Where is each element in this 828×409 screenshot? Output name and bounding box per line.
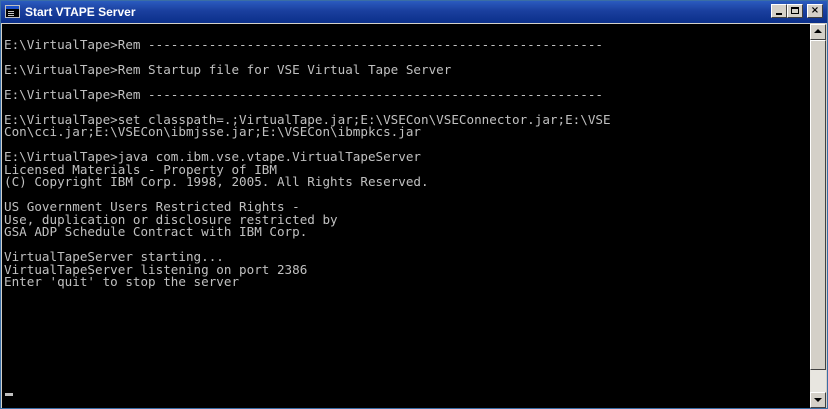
console-line: E:\VirtualTape>Rem ---------------------… [4, 86, 603, 102]
close-icon: × [810, 5, 820, 16]
console-app-icon[interactable] [5, 5, 20, 18]
console-line: (C) Copyright IBM Corp. 1998, 2005. All … [4, 174, 429, 189]
minimize-icon [776, 13, 782, 15]
maximize-icon [791, 7, 799, 14]
console-output-area[interactable]: E:\VirtualTape>Rem ---------------------… [2, 24, 810, 408]
minimize-button[interactable] [771, 4, 787, 18]
arrow-up-icon [814, 29, 822, 33]
text-cursor [5, 393, 13, 396]
console-window: Start VTAPE Server × E:\VirtualTape>Rem … [0, 0, 828, 409]
console-line: Con\cci.jar;E:\VSECon\ibmjsse.jar;E:\VSE… [4, 124, 422, 139]
console-line: E:\VirtualTape>Rem Startup file for VSE … [4, 61, 452, 77]
window-title: Start VTAPE Server [25, 5, 136, 19]
scroll-thumb[interactable] [810, 40, 826, 370]
scroll-down-button[interactable] [810, 392, 826, 408]
console-text: E:\VirtualTape>Rem ---------------------… [4, 26, 611, 339]
maximize-button[interactable] [787, 4, 803, 18]
console-line: GSA ADP Schedule Contract with IBM Corp. [4, 224, 308, 239]
console-line: Enter 'quit' to stop the server [4, 274, 240, 289]
title-bar[interactable]: Start VTAPE Server × [1, 1, 827, 23]
console-line: E:\VirtualTape>Rem ---------------------… [4, 36, 603, 52]
vertical-scrollbar[interactable] [810, 24, 826, 408]
close-button[interactable]: × [807, 4, 823, 18]
arrow-down-icon [814, 398, 822, 402]
scroll-up-button[interactable] [810, 24, 826, 40]
